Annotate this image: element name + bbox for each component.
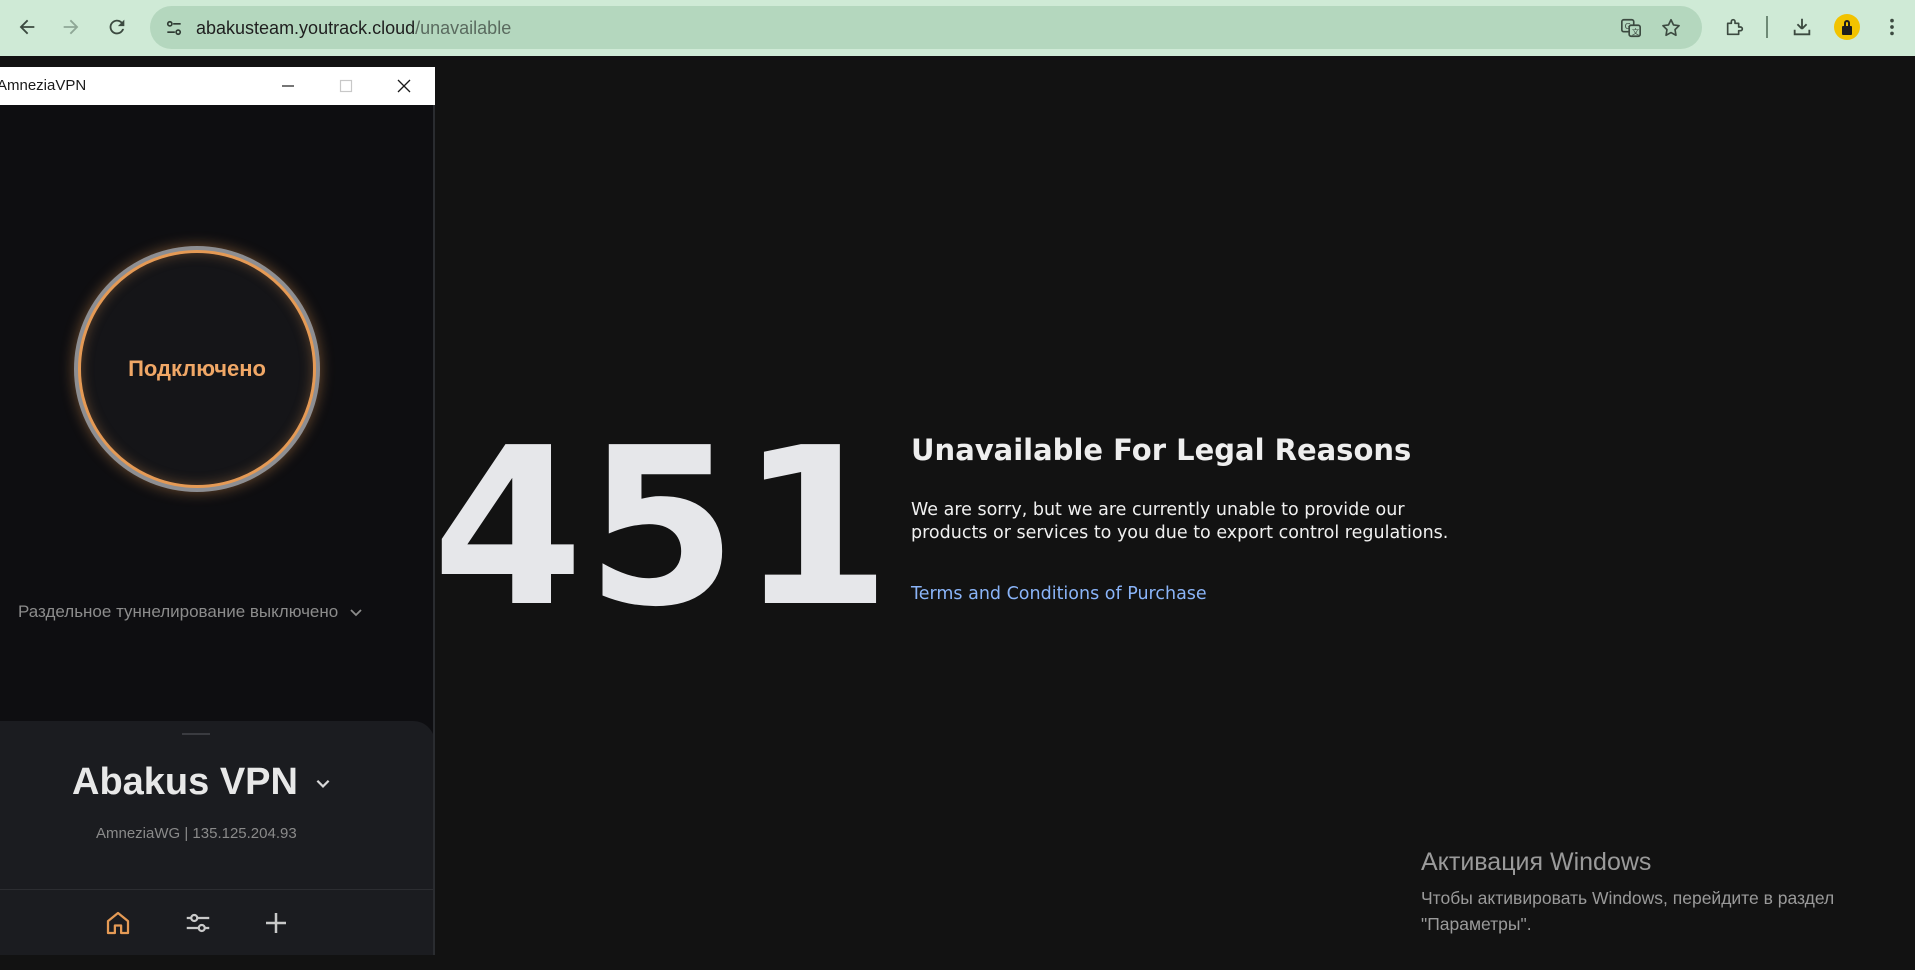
forward-button[interactable] <box>56 12 86 42</box>
split-tunneling-label: Раздельное туннелирование выключено <box>18 602 339 621</box>
vpn-window-edge <box>433 105 435 955</box>
profile-button[interactable] <box>1834 14 1860 40</box>
extensions-icon <box>1726 18 1744 36</box>
minimize-button[interactable] <box>268 71 308 101</box>
star-icon <box>1662 18 1680 37</box>
minimize-icon <box>282 85 294 87</box>
server-selector[interactable]: Abakus VPN <box>72 761 332 804</box>
nav-settings-button[interactable] <box>181 906 215 940</box>
browser-menu-button[interactable] <box>1877 12 1907 42</box>
connect-button[interactable]: Подключено <box>78 250 316 488</box>
forward-icon <box>63 19 79 35</box>
site-info-button[interactable] <box>160 14 187 41</box>
back-icon <box>19 19 35 35</box>
reload-icon <box>109 19 125 35</box>
drag-handle[interactable] <box>182 733 210 735</box>
activation-title: Активация Windows <box>1421 848 1652 876</box>
server-name: Abakus VPN <box>72 761 298 803</box>
close-icon <box>397 79 411 93</box>
nav-add-button[interactable] <box>259 906 293 940</box>
svg-text:文: 文 <box>1632 27 1640 36</box>
vpn-title-bar[interactable]: AmneziaVPN <box>0 67 435 105</box>
toolbar-separator <box>1766 16 1768 38</box>
error-title: Unavailable For Legal Reasons <box>911 433 1412 467</box>
vpn-window: AmneziaVPN Подключено Раздельное туннели… <box>0 67 435 955</box>
home-icon <box>106 911 130 935</box>
downloads-button[interactable] <box>1787 12 1817 42</box>
add-icon <box>266 913 286 933</box>
terms-link[interactable]: Terms and Conditions of Purchase <box>911 584 1207 604</box>
translate-icon: G 文 <box>1621 18 1641 38</box>
activation-text: Чтобы активировать Windows, перейдите в … <box>1421 888 1835 934</box>
profile-icon <box>1842 19 1852 35</box>
extensions-button[interactable] <box>1720 12 1750 42</box>
split-tunneling-toggle[interactable]: Раздельное туннелирование выключено <box>18 602 364 622</box>
back-button[interactable] <box>12 12 42 42</box>
url-path: /unavailable <box>415 18 512 38</box>
menu-icon <box>1890 18 1894 36</box>
browser-toolbar: abakusteam.youtrack.cloud/unavailable G … <box>0 0 1915 56</box>
chevron-down-icon <box>316 779 330 788</box>
maximize-button[interactable] <box>326 71 366 101</box>
server-info: AmneziaWG | 135.125.204.93 <box>96 825 297 842</box>
nav-home-button[interactable] <box>101 906 135 940</box>
translate-button[interactable]: G 文 <box>1618 15 1644 41</box>
address-bar[interactable]: abakusteam.youtrack.cloud/unavailable G … <box>150 6 1702 49</box>
connection-status: Подключено <box>128 356 266 381</box>
reload-button[interactable] <box>102 12 132 42</box>
url-host: abakusteam.youtrack.cloud <box>196 18 416 38</box>
download-icon <box>1793 18 1811 36</box>
settings-icon <box>186 913 210 933</box>
error-code: 451 <box>432 402 894 655</box>
vpn-window-title: AmneziaVPN <box>0 77 87 94</box>
windows-activation-watermark: Активация Windows Чтобы активировать Win… <box>1421 848 1901 937</box>
maximize-icon <box>339 79 353 93</box>
error-message: We are sorry, but we are currently unabl… <box>911 500 1449 543</box>
chevron-down-icon <box>350 609 362 617</box>
close-button[interactable] <box>384 71 424 101</box>
url-text[interactable]: abakusteam.youtrack.cloud/unavailable <box>196 18 511 39</box>
site-info-icon <box>166 20 181 35</box>
vpn-bottom-nav <box>0 889 435 955</box>
bookmark-button[interactable] <box>1658 15 1684 41</box>
